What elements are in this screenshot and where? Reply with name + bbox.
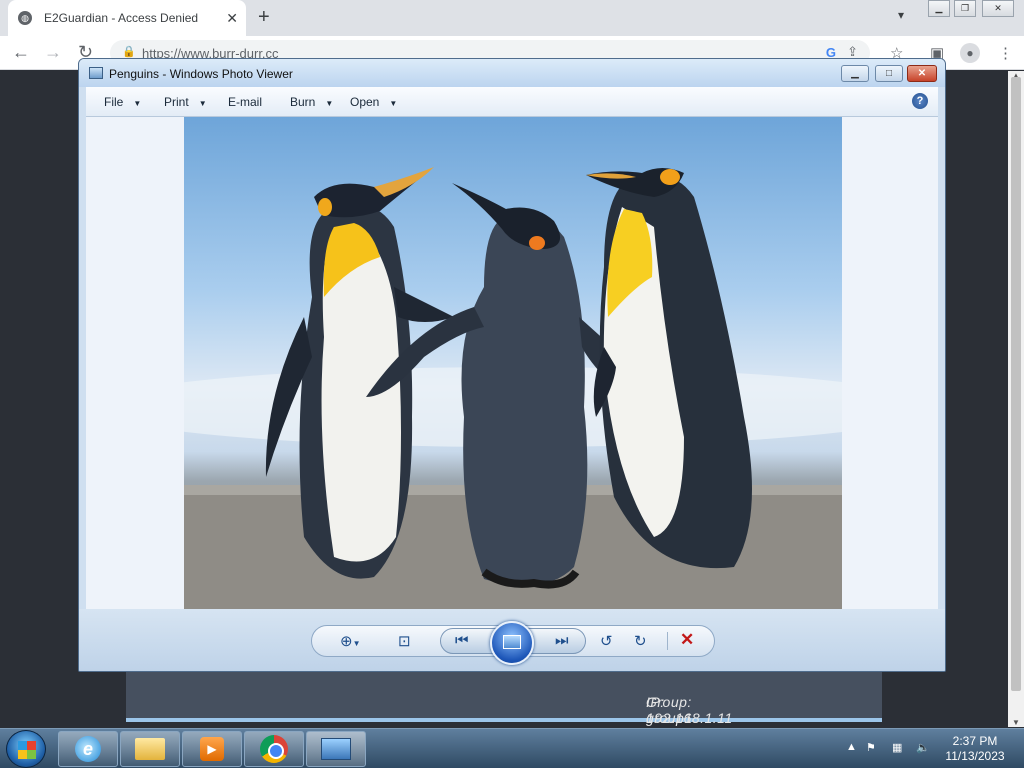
photo-viewer-window: Penguins - Windows Photo Viewer ▁ □ ✕ Fi…	[78, 58, 946, 672]
menu-open[interactable]: Open ▼	[350, 95, 397, 109]
browser-tab[interactable]: ◍ E2Guardian - Access Denied ✕	[8, 0, 246, 36]
delete-icon[interactable]: ✕	[680, 630, 694, 650]
image-canvas	[86, 117, 938, 609]
photo-viewer-menubar: File ▼ Print ▼ E-mail Burn ▼ Open ▼ ?	[86, 87, 938, 117]
rotate-counterclockwise-icon[interactable]: ↺	[600, 632, 613, 650]
close-icon[interactable]: ✕	[982, 0, 1014, 17]
windows-taskbar: e ▶ ▲ ⚑ ▦ 🔈 2:37 PM 11/13/2023	[0, 728, 1024, 768]
show-hidden-icons-icon[interactable]: ▲	[846, 741, 857, 753]
actual-size-icon[interactable]: ⊡	[398, 632, 411, 650]
tab-search-chevron-icon[interactable]: ▾	[898, 8, 904, 22]
taskbar-media-player[interactable]: ▶	[182, 731, 242, 767]
ip-label: IP: 192.168.1.11	[646, 694, 733, 726]
browser-tabbar: ◍ E2Guardian - Access Denied ✕ + ▾ ▁ ❐ ✕	[0, 0, 1024, 36]
group-info-text: Group: group1 IP: 192.168.1.11	[386, 683, 732, 726]
restore-icon[interactable]: ❐	[954, 0, 976, 17]
slideshow-button[interactable]	[490, 621, 534, 665]
chevron-down-icon: ▼	[389, 99, 398, 108]
chevron-down-icon: ▼	[133, 99, 142, 108]
minimize-icon[interactable]: ▁	[928, 0, 950, 17]
scroll-down-icon[interactable]: ▼	[1012, 718, 1020, 727]
action-center-flag-icon[interactable]: ⚑	[866, 741, 876, 754]
page-scrollbar[interactable]: ▲ ▼	[1008, 71, 1024, 727]
maximize-icon[interactable]: □	[875, 65, 903, 82]
window-title: Penguins - Windows Photo Viewer	[109, 67, 293, 81]
menu-burn-label: Burn	[290, 95, 316, 109]
back-arrow-icon[interactable]: ←	[12, 42, 30, 63]
divider	[667, 632, 668, 650]
folder-icon	[135, 738, 165, 760]
rotate-clockwise-icon[interactable]: ↻	[634, 632, 647, 650]
photo-viewer-app-icon	[89, 67, 103, 79]
clock-date: 11/13/2023	[945, 749, 1005, 763]
taskbar-internet-explorer[interactable]: e	[58, 731, 118, 767]
taskbar-chrome[interactable]	[244, 731, 304, 767]
photo-viewer-controls: ⊕▼ ⊡ ⏮ ⏭ ↺ ↻ ✕	[79, 609, 945, 671]
minimize-icon[interactable]: ▁	[841, 65, 869, 82]
scrollbar-thumb[interactable]	[1011, 77, 1021, 691]
menu-file[interactable]: File ▼	[104, 95, 141, 109]
chrome-icon	[260, 735, 288, 763]
internet-explorer-icon: e	[75, 736, 101, 762]
menu-email[interactable]: E-mail	[228, 95, 262, 109]
media-player-icon: ▶	[200, 737, 224, 761]
slideshow-icon	[503, 635, 521, 649]
chevron-down-icon: ▼	[325, 99, 334, 108]
menu-burn[interactable]: Burn ▼	[290, 95, 333, 109]
start-button[interactable]	[6, 730, 46, 768]
control-bar: ⊕▼ ⊡ ⏮ ⏭ ↺ ↻ ✕	[311, 621, 715, 665]
tab-close-button[interactable]: ✕	[226, 10, 238, 27]
group-info-band: Group: group1 IP: 192.168.1.11	[126, 672, 882, 726]
previous-icon[interactable]: ⏮	[455, 632, 469, 649]
menu-open-label: Open	[350, 95, 380, 109]
new-tab-button[interactable]: +	[258, 6, 270, 29]
penguins-photo[interactable]	[184, 117, 842, 609]
menu-print[interactable]: Print ▼	[164, 95, 207, 109]
clock-time: 2:37 PM	[952, 734, 998, 748]
globe-icon: ◍	[18, 11, 32, 25]
tab-title: E2Guardian - Access Denied	[44, 11, 199, 25]
menu-email-label: E-mail	[228, 95, 263, 109]
photo-viewer-titlebar[interactable]: Penguins - Windows Photo Viewer ▁ □ ✕	[79, 59, 945, 87]
profile-avatar-icon[interactable]: ●	[960, 43, 980, 63]
network-icon[interactable]: ▦	[892, 741, 902, 754]
forward-arrow-icon[interactable]: →	[44, 42, 62, 63]
taskbar-photo-viewer[interactable]	[306, 731, 366, 767]
taskbar-explorer[interactable]	[120, 731, 180, 767]
menu-print-label: Print	[164, 95, 189, 109]
help-icon[interactable]: ?	[912, 93, 928, 109]
chevron-down-icon: ▼	[198, 99, 207, 108]
system-clock[interactable]: 2:37 PM 11/13/2023	[940, 734, 1010, 764]
windows-logo-icon	[18, 741, 36, 759]
menu-kebab-icon[interactable]: ⋮	[998, 44, 1013, 62]
volume-muted-icon[interactable]: 🔈	[916, 741, 930, 754]
zoom-magnifier-icon[interactable]: ⊕▼	[340, 632, 361, 650]
close-icon[interactable]: ✕	[907, 65, 937, 82]
next-icon[interactable]: ⏭	[555, 632, 569, 649]
photo-viewer-icon	[321, 738, 351, 760]
penguins-illustration	[184, 167, 842, 609]
menu-file-label: File	[104, 95, 124, 109]
lock-icon: 🔒	[122, 46, 136, 58]
